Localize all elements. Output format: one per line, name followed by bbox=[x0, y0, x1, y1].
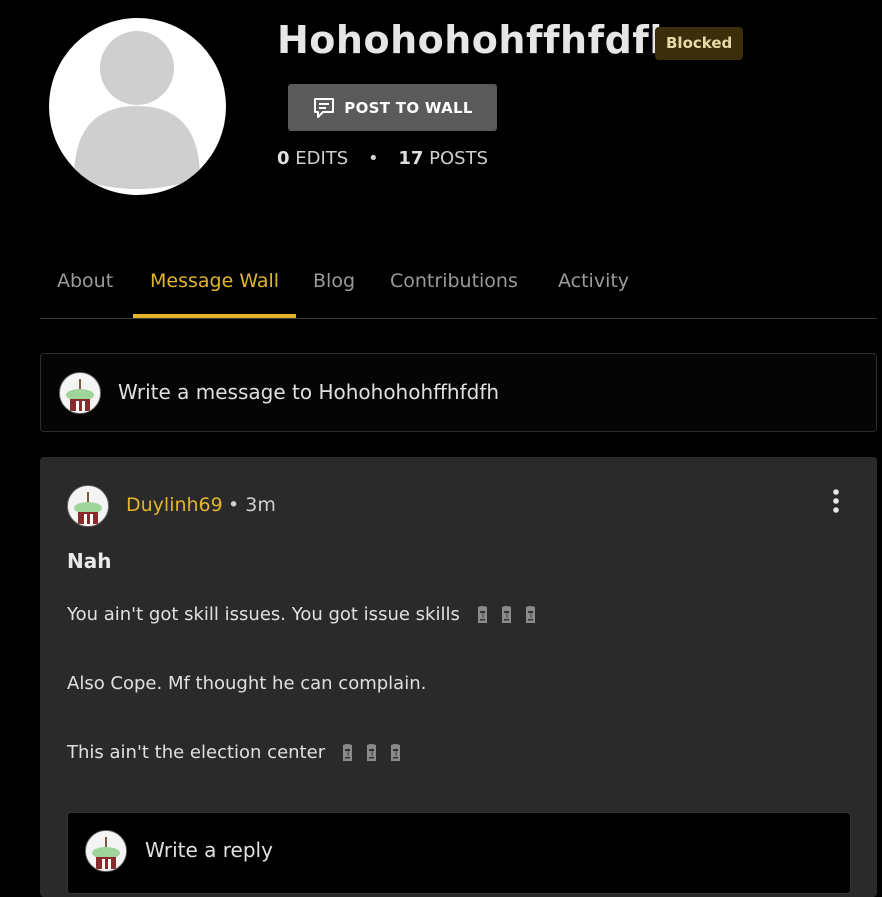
user-avatar-icon bbox=[68, 486, 108, 526]
post-text: Also Cope. Mf thought he can complain. bbox=[67, 673, 427, 694]
posts-count: 17 bbox=[398, 148, 424, 169]
tab-contributions[interactable]: Contributions bbox=[390, 260, 518, 318]
post-text: This ain't the election center bbox=[67, 742, 326, 763]
edits-label: EDITS bbox=[295, 148, 349, 169]
user-avatar-icon bbox=[60, 373, 100, 413]
message-post: Duylinh69 • 3m Nah You ain't got skill i… bbox=[40, 457, 877, 897]
compose-placeholder[interactable]: Write a message to Hohohohohffhfdfh bbox=[118, 380, 499, 404]
post-to-wall-button[interactable]: POST TO WALL bbox=[288, 84, 497, 131]
post-title: Nah bbox=[67, 549, 112, 573]
current-user-avatar bbox=[59, 372, 101, 414]
default-user-icon bbox=[74, 31, 200, 189]
post-author[interactable]: Duylinh69 bbox=[126, 494, 223, 516]
post-time: • 3m bbox=[228, 494, 276, 516]
post-text: You ain't got skill issues. You got issu… bbox=[67, 604, 460, 625]
profile-username: Hohohohohffhfdfh bbox=[277, 18, 677, 62]
post-paragraph: You ain't got skill issues. You got issu… bbox=[67, 604, 538, 625]
post-to-wall-label: POST TO WALL bbox=[344, 98, 473, 117]
tab-message-wall[interactable]: Message Wall bbox=[133, 260, 297, 318]
moai-icon bbox=[331, 742, 403, 763]
moai-icon bbox=[466, 604, 538, 625]
author-avatar[interactable] bbox=[67, 485, 109, 527]
stats-separator: • bbox=[367, 148, 379, 169]
posts-label: POSTS bbox=[429, 148, 488, 169]
profile-tabs: About Message Wall Blog Contributions Ac… bbox=[40, 260, 877, 319]
tab-activity[interactable]: Activity bbox=[558, 260, 629, 318]
post-paragraph: Also Cope. Mf thought he can complain. bbox=[67, 673, 426, 694]
edits-count: 0 bbox=[277, 148, 290, 169]
tab-blog[interactable]: Blog bbox=[313, 260, 355, 318]
blocked-badge: Blocked bbox=[655, 27, 744, 60]
message-icon bbox=[314, 97, 335, 118]
tab-about[interactable]: About bbox=[57, 260, 113, 318]
reply-box[interactable]: Write a reply bbox=[67, 812, 851, 894]
post-paragraph: This ain't the election center bbox=[67, 742, 403, 763]
reply-placeholder[interactable]: Write a reply bbox=[145, 838, 273, 862]
current-user-avatar bbox=[85, 830, 127, 872]
profile-stats: 0 EDITS • 17 POSTS bbox=[277, 148, 488, 169]
profile-avatar bbox=[49, 18, 226, 195]
more-options-icon[interactable] bbox=[828, 487, 844, 517]
user-avatar-icon bbox=[86, 831, 126, 871]
compose-message-box[interactable]: Write a message to Hohohohohffhfdfh bbox=[40, 353, 877, 432]
